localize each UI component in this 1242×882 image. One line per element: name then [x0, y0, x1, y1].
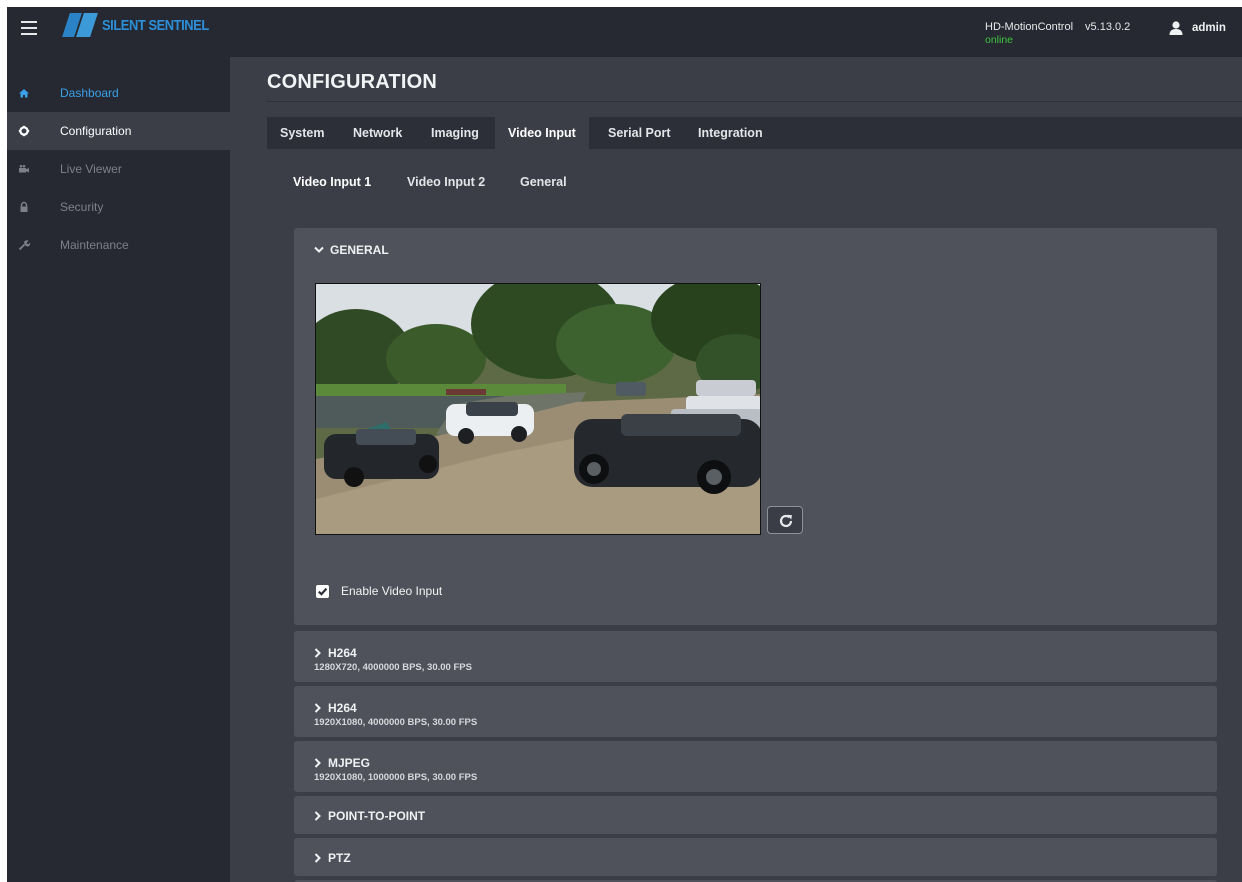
stream-panel[interactable]: H264 1280X720, 4000000 BPS, 30.00 FPS [294, 631, 1217, 682]
app-window: SILENT SENTINEL HD-MotionControl v5.13.0.… [7, 7, 1242, 882]
checkmark-icon [318, 587, 328, 596]
tab-integration[interactable]: Integration [685, 117, 776, 149]
stream-panel-header: H264 [314, 701, 357, 715]
subtab-video-input-2[interactable]: Video Input 2 [407, 175, 485, 189]
chevron-right-icon [314, 648, 321, 658]
chevron-right-icon [314, 758, 321, 768]
tab-serial-port[interactable]: Serial Port [595, 117, 684, 149]
top-bar: SILENT SENTINEL HD-MotionControl v5.13.0.… [7, 7, 1242, 57]
enable-video-input-label: Enable Video Input [341, 584, 443, 598]
chevron-right-icon [314, 703, 321, 713]
stream-panel-header: H264 [314, 646, 357, 660]
point-to-point-header: POINT-TO-POINT [314, 809, 425, 823]
general-panel-title: GENERAL [330, 243, 389, 257]
ptz-header: PTZ [314, 851, 351, 865]
subtab-general[interactable]: General [520, 175, 567, 189]
ptz-panel[interactable]: PTZ [294, 838, 1217, 876]
stream-panel[interactable]: H264 1920X1080, 4000000 BPS, 30.00 FPS [294, 686, 1217, 737]
section-title: POINT-TO-POINT [328, 809, 426, 823]
section-title: PTZ [328, 851, 351, 865]
config-tab-bar: System Network Imaging Video Input Seria… [267, 117, 1242, 149]
sidebar-item-label: Live Viewer [60, 162, 122, 176]
sidebar-item-label: Configuration [60, 124, 132, 138]
user-icon [1169, 21, 1183, 35]
sidebar-item-label: Maintenance [60, 238, 129, 252]
home-icon [19, 89, 29, 98]
page-title: CONFIGURATION [267, 71, 437, 93]
general-panel-header[interactable]: GENERAL [314, 243, 389, 257]
camera-icon [19, 164, 29, 173]
menu-icon[interactable] [21, 21, 37, 35]
enable-video-input-checkbox[interactable] [316, 584, 329, 598]
divider [267, 101, 1242, 102]
username: admin [1192, 22, 1226, 34]
refresh-preview-button[interactable] [767, 506, 803, 534]
stream-panel-header: MJPEG [314, 756, 370, 770]
video-preview-image [315, 283, 761, 535]
sidebar: Dashboard Configuration Live Viewer Secu… [7, 57, 230, 882]
logo-mark [62, 13, 98, 37]
sidebar-item-maintenance[interactable]: Maintenance [7, 226, 230, 264]
stream-title: H264 [328, 701, 357, 715]
logo: SILENT SENTINEL [62, 12, 226, 38]
firmware-version: v5.13.0.2 [1085, 21, 1131, 33]
sidebar-item-label: Dashboard [60, 86, 119, 100]
chevron-down-icon [314, 246, 324, 253]
device-name: HD-MotionControl [985, 21, 1074, 33]
tab-video-input[interactable]: Video Input [495, 117, 589, 149]
device-info: HD-MotionControl v5.13.0.2 online [985, 21, 1130, 46]
subtab-video-input-1[interactable]: Video Input 1 [293, 175, 371, 189]
stream-details: 1920X1080, 4000000 BPS, 30.00 FPS [314, 717, 478, 728]
point-to-point-panel[interactable]: POINT-TO-POINT [294, 796, 1217, 834]
logo-text: SILENT SENTINEL [102, 16, 209, 34]
stream-details: 1920X1080, 1000000 BPS, 30.00 FPS [314, 772, 478, 783]
stream-title: H264 [328, 646, 357, 660]
status-badge: online [985, 34, 1014, 46]
gear-icon [18, 125, 30, 137]
wrench-icon [18, 240, 30, 251]
tab-system[interactable]: System [267, 117, 337, 149]
sidebar-item-label: Security [60, 200, 104, 214]
sidebar-item-dashboard[interactable]: Dashboard [7, 74, 230, 112]
sidebar-item-live-viewer[interactable]: Live Viewer [7, 150, 230, 188]
chevron-right-icon [314, 853, 321, 863]
general-panel: GENERAL Enable Video Input [294, 228, 1217, 625]
tab-network[interactable]: Network [340, 117, 415, 149]
lock-icon [20, 201, 28, 212]
stream-title: MJPEG [328, 756, 371, 770]
sidebar-item-configuration[interactable]: Configuration [7, 112, 230, 150]
refresh-icon [779, 514, 793, 528]
main-content: CONFIGURATION System Network Imaging Vid… [230, 57, 1242, 882]
user-menu[interactable]: admin [1169, 21, 1226, 35]
stream-panel[interactable]: MJPEG 1920X1080, 1000000 BPS, 30.00 FPS [294, 741, 1217, 792]
stream-details: 1280X720, 4000000 BPS, 30.00 FPS [314, 662, 472, 673]
enable-video-input-row: Enable Video Input [316, 584, 442, 598]
chevron-right-icon [314, 811, 321, 821]
tab-imaging[interactable]: Imaging [418, 117, 492, 149]
sidebar-item-security[interactable]: Security [7, 188, 230, 226]
